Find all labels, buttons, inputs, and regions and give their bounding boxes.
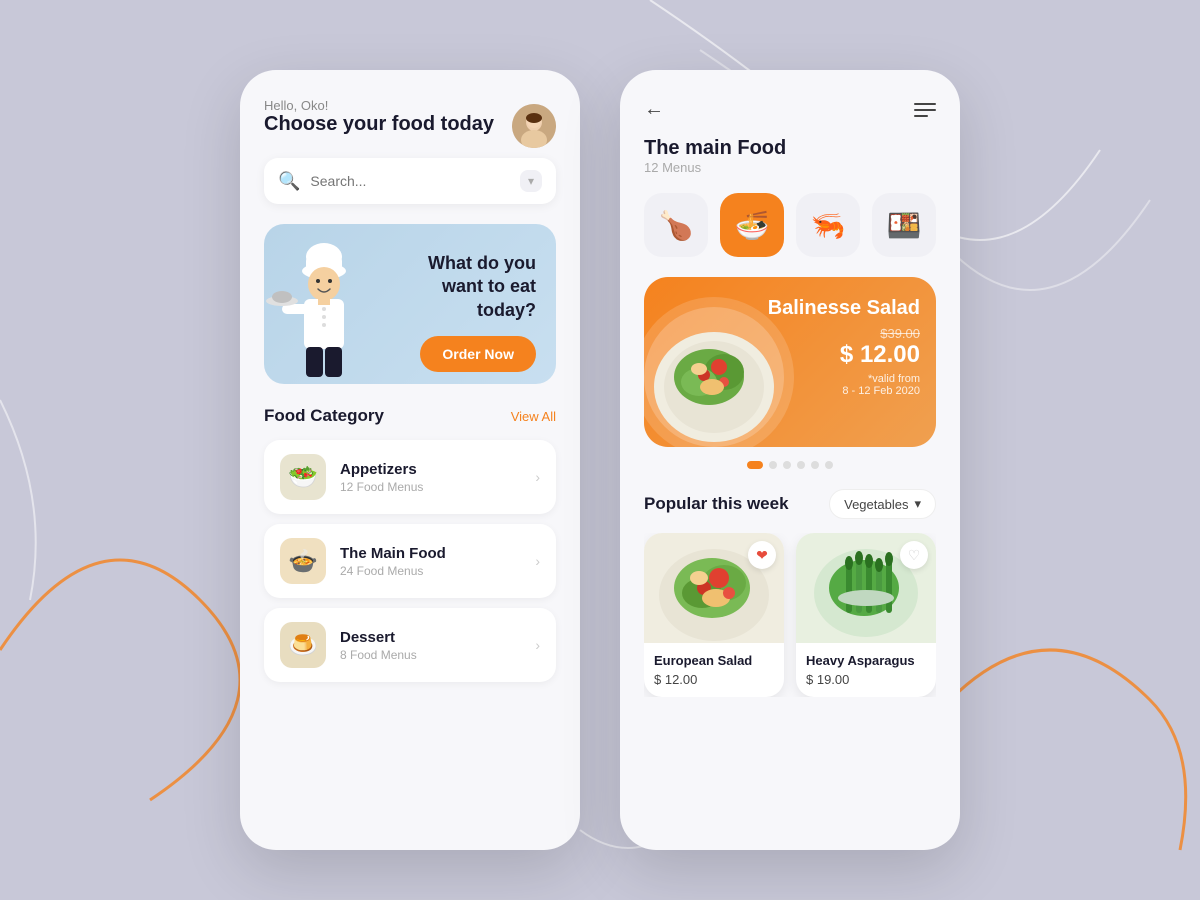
menu-icon[interactable] (914, 103, 936, 117)
greeting-text: Hello, Oko! (264, 98, 494, 113)
popular-title: Popular this week (644, 494, 789, 514)
filter-chevron-icon: ▾ (914, 496, 921, 512)
appetizers-info: Appetizers 12 Food Menus (340, 461, 535, 494)
carousel-dots (644, 461, 936, 469)
food-icon-noodle[interactable]: 🍜 (720, 193, 784, 257)
dot-3[interactable] (783, 461, 791, 469)
banner-title: What do you want to eat today? (420, 252, 536, 322)
greeting-row: Hello, Oko! Choose your food today (264, 98, 556, 154)
category-item-dessert[interactable]: 🍮 Dessert 8 Food Menus › (264, 608, 556, 682)
filter-button[interactable]: Vegetables ▾ (829, 489, 936, 519)
menu-line-2 (914, 109, 936, 111)
avatar[interactable] (512, 104, 556, 148)
appetizers-name: Appetizers (340, 461, 535, 478)
appetizers-arrow: › (535, 469, 540, 485)
filter-label: Vegetables (844, 497, 908, 512)
european-salad-name: European Salad (654, 653, 774, 668)
heavy-asparagus-price: $ 19.00 (806, 672, 926, 687)
dessert-icon: 🍮 (280, 622, 326, 668)
heavy-asparagus-image: ♡ (796, 533, 936, 643)
view-all-button[interactable]: View All (511, 409, 556, 424)
heavy-asparagus-info: Heavy Asparagus $ 19.00 (796, 643, 936, 697)
food-icons-row: 🍗 🍜 🦐 🍱 (644, 193, 936, 257)
page-title: Choose your food today (264, 113, 494, 136)
left-phone: Hello, Oko! Choose your food today 🔍 ▾ (240, 70, 580, 850)
search-icon: 🔍 (278, 171, 300, 192)
dot-1[interactable] (747, 461, 763, 469)
category-item-appetizers[interactable]: 🥗 Appetizers 12 Food Menus › (264, 440, 556, 514)
right-phone: ← The main Food 12 Menus 🍗 🍜 🦐 🍱 (620, 70, 960, 850)
hero-food-name: Balinesse Salad (768, 297, 920, 320)
food-card-heavy-asparagus[interactable]: ♡ Heavy Asparagus $ 19.00 (796, 533, 936, 697)
main-food-info: The Main Food 24 Food Menus (340, 545, 535, 578)
food-cards-row: ❤ European Salad $ 12.00 (644, 533, 936, 697)
hero-price: $ 12.00 (768, 341, 920, 369)
main-food-count: 24 Food Menus (340, 564, 535, 578)
appetizers-count: 12 Food Menus (340, 480, 535, 494)
dot-6[interactable] (825, 461, 833, 469)
food-icon-shrimp[interactable]: 🦐 (796, 193, 860, 257)
main-food-arrow: › (535, 553, 540, 569)
search-bar[interactable]: 🔍 ▾ (264, 158, 556, 204)
dot-2[interactable] (769, 461, 777, 469)
european-salad-info: European Salad $ 12.00 (644, 643, 784, 697)
hero-card-content: Balinesse Salad $39.00 $ 12.00 *valid fr… (768, 297, 920, 397)
dot-5[interactable] (811, 461, 819, 469)
dessert-count: 8 Food Menus (340, 648, 535, 662)
dessert-arrow: › (535, 637, 540, 653)
main-food-name: The Main Food (340, 545, 535, 562)
dessert-info: Dessert 8 Food Menus (340, 629, 535, 662)
right-title: The main Food (644, 137, 936, 160)
popular-header: Popular this week Vegetables ▾ (644, 489, 936, 519)
order-now-button[interactable]: Order Now (420, 336, 536, 372)
hero-card: Balinesse Salad $39.00 $ 12.00 *valid fr… (644, 277, 936, 447)
menu-line-1 (914, 103, 936, 105)
hero-old-price: $39.00 (768, 326, 920, 341)
hero-valid: *valid from8 - 12 Feb 2020 (768, 373, 920, 397)
heavy-asparagus-heart[interactable]: ♡ (900, 541, 928, 569)
search-input[interactable] (310, 173, 520, 189)
main-food-icon: 🍲 (280, 538, 326, 584)
banner: What do you want to eat today? Order Now (264, 224, 556, 384)
category-section-title: Food Category (264, 406, 384, 426)
category-item-main-food[interactable]: 🍲 The Main Food 24 Food Menus › (264, 524, 556, 598)
food-icon-bento[interactable]: 🍱 (872, 193, 936, 257)
banner-text: What do you want to eat today? Order Now (420, 252, 536, 372)
food-card-european-salad[interactable]: ❤ European Salad $ 12.00 (644, 533, 784, 697)
heavy-asparagus-name: Heavy Asparagus (806, 653, 926, 668)
search-dropdown[interactable]: ▾ (520, 170, 542, 192)
right-header: ← (644, 98, 936, 121)
food-icon-chicken[interactable]: 🍗 (644, 193, 708, 257)
menu-line-3 (914, 115, 928, 117)
dot-4[interactable] (797, 461, 805, 469)
appetizers-icon: 🥗 (280, 454, 326, 500)
back-button[interactable]: ← (644, 98, 664, 121)
right-subtitle: 12 Menus (644, 160, 936, 175)
european-salad-image: ❤ (644, 533, 784, 643)
dessert-name: Dessert (340, 629, 535, 646)
category-section-header: Food Category View All (264, 406, 556, 426)
chef-illustration (264, 229, 394, 384)
european-salad-heart[interactable]: ❤ (748, 541, 776, 569)
european-salad-price: $ 12.00 (654, 672, 774, 687)
